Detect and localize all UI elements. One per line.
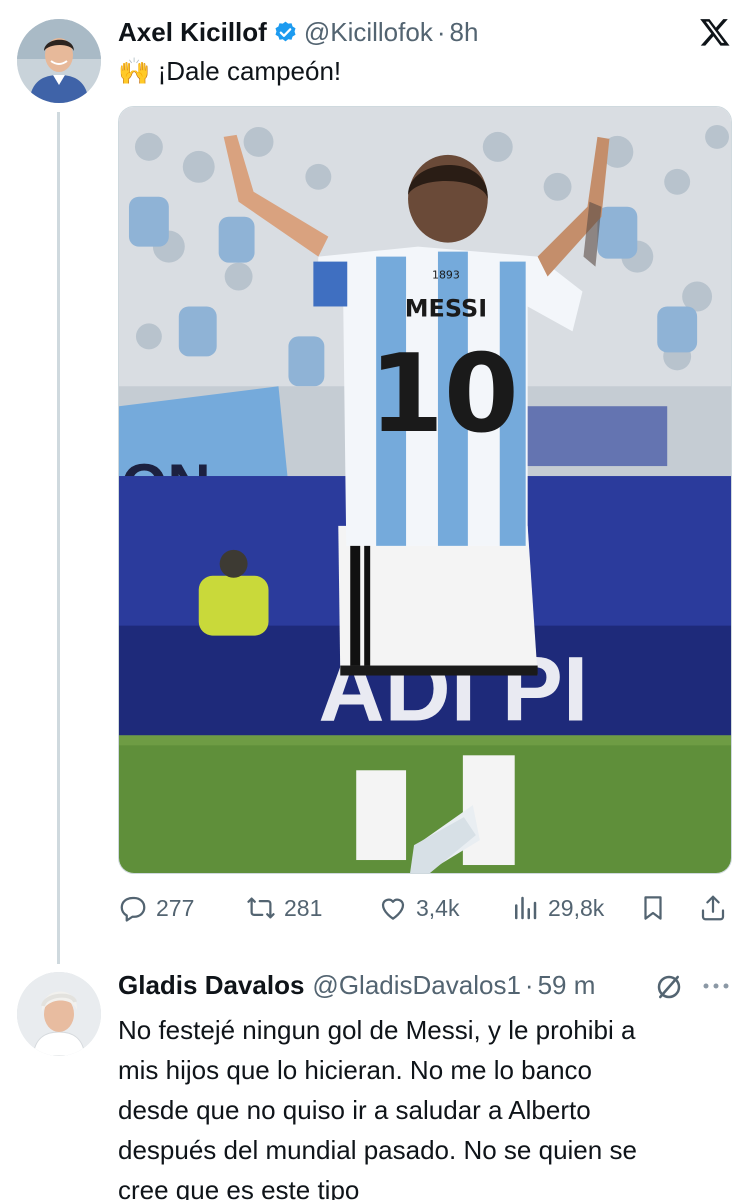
verified-badge-icon — [273, 20, 298, 45]
reply-line: desde que no quiso ir a saludar a Albert… — [118, 1095, 591, 1125]
thread-connector-line — [57, 112, 60, 964]
jersey-year: 1893 — [432, 269, 460, 282]
post-time[interactable]: 8h — [449, 16, 478, 48]
separator-dot: · — [436, 17, 446, 47]
reply-author-avatar[interactable] — [17, 972, 101, 1056]
author-name[interactable]: Axel Kicillof — [118, 16, 267, 48]
share-upload-icon — [701, 895, 725, 921]
reply-button[interactable]: 277 — [118, 888, 194, 928]
tweet-action-bar: 277 281 3,4k 29,8k — [118, 888, 732, 928]
bookmark-button[interactable] — [638, 888, 668, 928]
reply-line: después del mundial pasado. No se quien … — [118, 1135, 637, 1165]
view-count: 29,8k — [548, 894, 605, 921]
jersey-number: 10 — [369, 332, 519, 457]
circle-slash-icon[interactable] — [654, 972, 684, 1002]
repost-count: 281 — [284, 894, 323, 921]
views-button[interactable]: 29,8k — [510, 888, 604, 928]
bookmark-icon — [644, 896, 662, 920]
reply-text: No festejé ningun gol de Messi, y le pro… — [118, 1010, 637, 1200]
author-handle[interactable]: @Kicillofok — [304, 16, 433, 48]
reply-time[interactable]: 59 m — [538, 969, 596, 1001]
bar-chart-icon — [515, 896, 537, 920]
repost-arrows-icon — [247, 897, 275, 919]
reply-author-handle[interactable]: @GladisDavalos1 — [312, 969, 520, 1001]
reply-count: 277 — [156, 894, 195, 921]
reply-header: Gladis Davalos @GladisDavalos1 · 59 m — [118, 969, 595, 1001]
x-logo-icon[interactable] — [699, 16, 731, 48]
reply-line: mis hijos que lo hicieran. No me lo banc… — [118, 1055, 593, 1085]
tweet-body: ¡Dale campeón! — [157, 56, 342, 86]
heart-icon — [381, 898, 405, 920]
reply-author-name[interactable]: Gladis Davalos — [118, 969, 304, 1001]
share-button[interactable] — [698, 888, 728, 928]
like-count: 3,4k — [416, 894, 460, 921]
like-button[interactable]: 3,4k — [378, 888, 459, 928]
tweet-header: Axel Kicillof @Kicillofok · 8h — [118, 16, 478, 48]
tweet-photo[interactable]: ON ADI PI MESSI 10 1893 — [118, 106, 732, 874]
speech-bubble-icon — [120, 896, 146, 922]
tweet-text: 🙌 ¡Dale campeón! — [118, 55, 341, 87]
repost-button[interactable]: 281 — [246, 888, 322, 928]
reply-line: cree que es este tipo — [118, 1175, 360, 1200]
ellipsis-icon[interactable] — [701, 976, 731, 996]
separator-dot: · — [524, 970, 534, 1000]
raised-hands-emoji: 🙌 — [118, 56, 151, 86]
jersey-name: MESSI — [405, 294, 487, 322]
reply-line: No festejé ningun gol de Messi, y le pro… — [118, 1015, 636, 1045]
author-avatar[interactable] — [17, 19, 101, 103]
